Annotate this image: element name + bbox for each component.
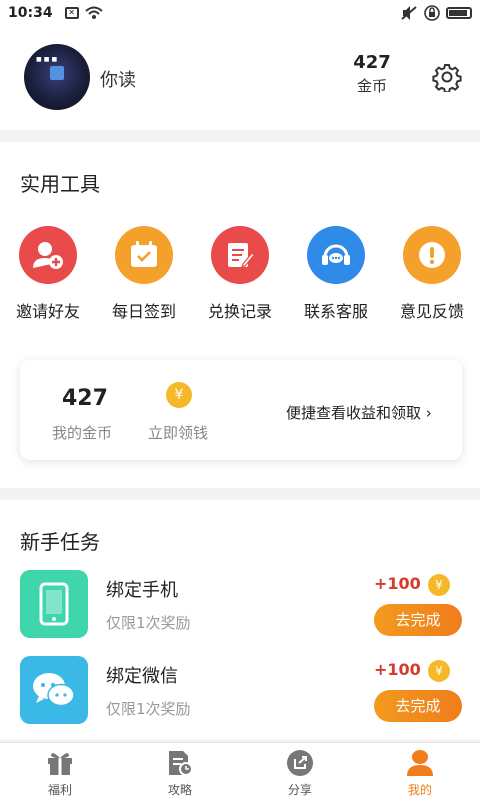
headset-icon [307,226,365,284]
complete-task-button[interactable]: 去完成 [374,604,462,636]
calendar-check-icon [115,226,173,284]
task-desc: 仅限1次奖励 [106,700,191,718]
yen-coin-icon: ¥ [428,574,450,596]
phone-icon [20,570,88,638]
status-time: 10:34 [8,5,53,21]
wifi-icon [84,6,103,19]
tool-invite-friends[interactable]: 邀请好友 [0,226,96,322]
yen-coin-icon[interactable]: ¥ [166,382,192,408]
tab-label: 攻略 [167,783,192,797]
guide-icon [165,749,195,777]
tab-welfare[interactable]: 福利 [15,749,105,798]
status-bar: 10:34 ✕ [0,0,480,26]
view-earnings-link[interactable]: 便捷查看收益和领取 › [286,402,432,423]
tools-section: 实用工具 邀请好友 每日签到 兑换记录 联系客服 意见反馈 427 我的金币 ¥ [0,142,480,488]
edit-note-icon [211,226,269,284]
tab-guide[interactable]: 攻略 [135,749,225,798]
my-coins-value: 427 [62,386,108,411]
task-name: 绑定手机 [106,580,178,601]
complete-task-button[interactable]: 去完成 [374,690,462,722]
gift-icon [45,749,75,777]
tool-label: 意见反馈 [399,302,464,321]
notification-icon: ✕ [64,7,79,19]
alert-icon [403,226,461,284]
task-bind-wechat: 绑定微信 仅限1次奖励 +100 ¥ 去完成 [0,656,480,726]
tool-label: 兑换记录 [207,302,272,321]
tool-label: 联系客服 [303,302,368,321]
share-icon [285,749,315,777]
tool-contact-support[interactable]: 联系客服 [288,226,384,322]
profile-header: ■ ■ ■ 你读 427 金币 [0,26,480,130]
add-user-icon [19,226,77,284]
battery-icon [446,7,472,19]
gear-icon[interactable] [432,62,462,92]
my-coins-label: 我的金币 [52,424,113,442]
tab-label: 福利 [47,783,72,797]
newbie-tasks-section: 新手任务 绑定手机 仅限1次奖励 +100 ¥ 去完成 绑定微信 仅限1次奖励 … [0,500,480,740]
tool-redeem-history[interactable]: 兑换记录 [192,226,288,322]
yen-coin-icon: ¥ [428,660,450,682]
tab-label: 我的 [407,783,432,797]
task-desc: 仅限1次奖励 [106,614,191,632]
lock-rotation-icon [424,5,440,21]
task-reward: +100 [374,660,421,679]
tasks-title: 新手任务 [20,530,100,554]
tool-label: 每日签到 [111,302,176,321]
tab-mine[interactable]: 我的 [375,749,465,798]
tool-daily-checkin[interactable]: 每日签到 [96,226,192,322]
mute-icon [401,6,417,20]
avatar-art-icon: ■ ■ ■ [36,56,58,63]
task-name: 绑定微信 [106,666,178,687]
withdraw-now-button[interactable]: 立即领钱 [148,422,208,443]
tab-label: 分享 [287,783,312,797]
user-icon [405,749,435,777]
tool-label: 邀请好友 [15,302,80,321]
coin-count: 427 [353,52,391,73]
wechat-icon [20,656,88,724]
coin-summary[interactable]: 427 金币 [350,52,394,96]
bottom-tab-bar: 福利 攻略 分享 我的 [0,742,480,800]
username: 你读 [100,70,136,91]
task-reward: +100 [374,574,421,593]
avatar[interactable]: ■ ■ ■ [24,44,90,110]
tab-share[interactable]: 分享 [255,749,345,798]
coin-card[interactable]: 427 我的金币 ¥ 立即领钱 便捷查看收益和领取 › [20,360,462,460]
task-bind-phone: 绑定手机 仅限1次奖励 +100 ¥ 去完成 [0,570,480,640]
tool-feedback[interactable]: 意见反馈 [384,226,480,322]
tools-title: 实用工具 [20,172,100,196]
coin-label: 金币 [356,77,387,95]
